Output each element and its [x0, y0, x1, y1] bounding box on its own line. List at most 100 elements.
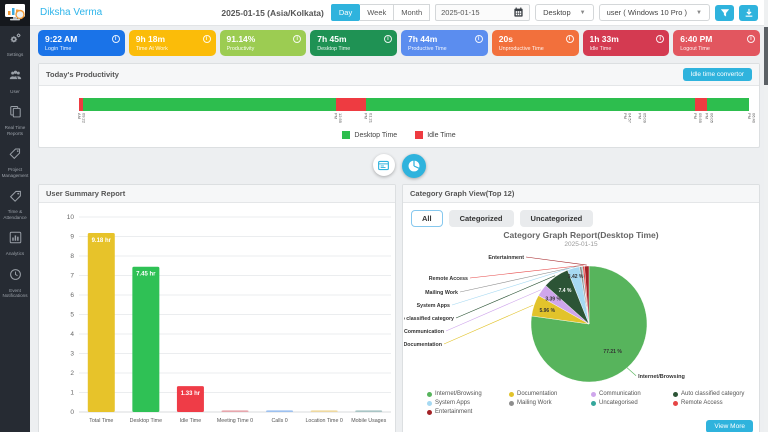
pie-callout-label: Documentation [404, 342, 442, 348]
pie-legend-item-internet-browsing[interactable]: Internet/Browsing [427, 391, 507, 397]
x-axis-label: Calls 0 [271, 418, 287, 424]
pie-legend-item-system-apps[interactable]: System Apps [427, 400, 507, 406]
sidebar-item-event-notifications[interactable]: Event Notifications [0, 262, 30, 304]
sidebar-item-time-attendance[interactable]: Time & Attendance [0, 183, 30, 225]
stat-card-top: 20si [499, 34, 574, 44]
calendar-icon [513, 7, 524, 18]
bar-desktop-time[interactable] [132, 267, 159, 412]
stat-card-top: 7h 45m i [317, 34, 392, 44]
timeline-tick: 04:57PM [622, 113, 632, 123]
idle-time-convertor-button[interactable]: Idle time convertor [683, 68, 752, 81]
sidebar-item-real-time-reports[interactable]: Real Time Reports [0, 99, 30, 141]
stat-card-top: 91.14%i [227, 34, 302, 44]
download-button[interactable] [739, 5, 758, 21]
pie-chart-title: Category Graph Report(Desktop Time) [403, 230, 759, 240]
timeline-segment[interactable] [83, 98, 336, 111]
info-icon[interactable]: i [112, 35, 120, 43]
stat-card-label: Logout Time [680, 46, 755, 52]
pie-callout-line [627, 368, 636, 376]
info-icon[interactable]: i [293, 35, 301, 43]
timeline-segment[interactable] [695, 98, 706, 111]
view-button-day[interactable]: Day [331, 4, 360, 21]
chart-view-button[interactable] [402, 154, 426, 178]
info-icon[interactable]: i [656, 35, 664, 43]
productivity-timeline-bar[interactable] [79, 98, 749, 111]
pie-legend-item-remote-access[interactable]: Remote Access [673, 400, 753, 406]
pie-legend: Internet/BrowsingDocumentationCommunicat… [427, 391, 753, 415]
info-icon[interactable]: i [566, 35, 574, 43]
stat-card-value: 9h 18m [136, 34, 165, 44]
tab-categorized[interactable]: Categorized [449, 210, 514, 227]
device-select[interactable]: Desktop ▼ [535, 4, 593, 21]
bar-value-label: 9.18 hr [92, 238, 112, 244]
sidebar-nav: SettingsUserReal Time Reports Project Man… [0, 26, 30, 304]
info-icon[interactable]: i [475, 35, 483, 43]
date-input[interactable] [441, 8, 497, 17]
timeline-segment[interactable] [707, 98, 749, 111]
sidebar: SettingsUserReal Time Reports Project Man… [0, 0, 30, 432]
users-icon [9, 69, 22, 87]
pie-legend-dot [427, 410, 432, 415]
download-icon [744, 8, 754, 18]
topbar-controls: 2025-01-15 (Asia/Kolkata) DayWeekMonth [221, 4, 758, 21]
stat-card-value: 7h 45m [317, 34, 346, 44]
app-logo[interactable] [0, 0, 30, 26]
timeline-segment[interactable] [366, 98, 696, 111]
filter-button[interactable] [715, 5, 734, 21]
bar-mobile-usages[interactable] [355, 410, 382, 412]
stat-card-label: Productivity [227, 46, 302, 52]
stat-card-value: 1h 33m [590, 34, 619, 44]
pie-legend-item-entertainment[interactable]: Entertainment [427, 409, 507, 415]
stat-card-logout-time: 6:40 PMiLogout Time [673, 30, 760, 56]
sidebar-item-analytics[interactable]: Analytics [0, 225, 30, 262]
date-timezone-label: 2025-01-15 (Asia/Kolkata) [221, 8, 324, 18]
summary-view-button[interactable] [373, 154, 395, 176]
sidebar-item-user[interactable]: User [0, 63, 30, 100]
view-button-month[interactable]: Month [394, 4, 430, 21]
y-axis-tick: 7 [70, 273, 74, 280]
pie-callout-line [446, 290, 541, 331]
chart-view-toggles [38, 148, 760, 184]
tab-uncategorized[interactable]: Uncategorized [520, 210, 594, 227]
timeline-tick: 06:05PM [704, 113, 714, 123]
category-graph-panel: Category Graph View(Top 12) All Categoriz… [402, 184, 760, 432]
pie-legend-item-uncategorised[interactable]: Uncategorised [591, 400, 671, 406]
sidebar-item-settings[interactable]: Settings [0, 26, 30, 63]
info-icon[interactable]: i [384, 35, 392, 43]
stat-card-unproductive-time: 20si Unproductive Time [492, 30, 579, 56]
bar-total-time[interactable] [88, 233, 115, 412]
pie-legend-item-mailing-work[interactable]: Mailing Work [509, 400, 589, 406]
bar-idle-time[interactable] [177, 386, 204, 412]
stat-card-label: Unproductive Time [499, 46, 574, 52]
stat-card-login-time: 9:22 AMiLogin Time [38, 30, 125, 56]
y-axis-tick: 10 [67, 214, 75, 221]
legend-item-desktop-time[interactable]: Desktop Time [342, 131, 397, 139]
pie-legend-dot [427, 392, 432, 397]
pie-legend-item-communication[interactable]: Communication [591, 391, 671, 397]
pie-legend-item-auto-classified-category[interactable]: Auto classified category [673, 391, 753, 397]
view-button-week[interactable]: Week [360, 4, 394, 21]
timeline-segment[interactable] [336, 98, 366, 111]
legend-item-idle-time[interactable]: Idle Time [415, 131, 455, 139]
sidebar-item-label: Project Management [1, 167, 29, 178]
bar-calls-0[interactable] [266, 410, 293, 412]
pie-legend-dot [427, 401, 432, 406]
view-more-button[interactable]: View More [706, 420, 753, 432]
timeline-area: 09:22AM12:55PM01:21PM04:57PM05:09PM05:55… [39, 86, 759, 129]
pie-callout-label: Entertainment [488, 255, 524, 261]
category-graph-header: Category Graph View(Top 12) [403, 185, 759, 203]
stat-cards-row: 9:22 AMiLogin Time9h 18miTime At Work91.… [38, 30, 760, 56]
bar-meeting-time-0[interactable] [222, 410, 249, 412]
sidebar-item-project-management[interactable]: Project Management [0, 141, 30, 183]
user-select[interactable]: user ( Windows 10 Pro ) ▼ [599, 4, 710, 21]
pie-percent-label: 3.42 % [568, 274, 584, 280]
user-summary-title: User Summary Report [46, 189, 125, 198]
scrollbar-thumb[interactable] [764, 27, 768, 85]
info-icon[interactable]: i [203, 35, 211, 43]
stat-card-top: 9:22 AMi [45, 34, 120, 44]
tab-all[interactable]: All [411, 210, 443, 227]
pie-legend-item-documentation[interactable]: Documentation [509, 391, 589, 397]
calendar-button[interactable] [513, 7, 524, 18]
info-icon[interactable]: i [747, 35, 755, 43]
bar-location-time-0[interactable] [311, 410, 338, 412]
